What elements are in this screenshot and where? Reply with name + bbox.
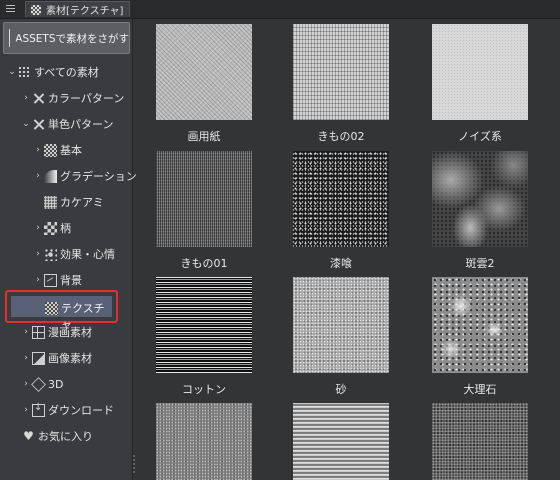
splitter-handle[interactable] [133, 455, 135, 473]
tree-item-texture[interactable]: テクスチャ [5, 290, 118, 331]
material-thumbnail[interactable] [156, 403, 252, 480]
halftone-icon [44, 195, 57, 209]
chevron-right-icon[interactable]: › [22, 327, 30, 337]
chevron-right-icon[interactable]: › [22, 353, 30, 363]
material-thumbnail[interactable] [156, 24, 252, 120]
material-name: ノイズ系 [458, 130, 502, 143]
palette-titlebar: 素材[テクスチャ] [0, 0, 560, 19]
tree-item-effect[interactable]: › 効果・心情 [34, 243, 115, 265]
chevron-down-icon[interactable]: ⌄ [8, 67, 16, 77]
chevron-right-icon[interactable]: › [34, 145, 42, 155]
dots-grid-icon [18, 65, 31, 79]
tree-item-label: カラーパターン [48, 92, 125, 105]
chevron-right-icon[interactable]: › [34, 249, 42, 259]
material-thumbnail[interactable] [156, 277, 252, 373]
chevron-right-icon[interactable]: › [34, 171, 42, 181]
assets-logo-icon [9, 29, 28, 47]
chevron-right-icon[interactable]: › [22, 93, 30, 103]
pattern-icon [44, 221, 57, 235]
tree-item-favorites[interactable]: ♥ お気に入り [22, 425, 93, 447]
image-icon [32, 351, 45, 365]
tree-item-gradation[interactable]: › グラデーション [34, 165, 137, 187]
chevron-right-icon[interactable]: › [34, 223, 42, 233]
tree-item-download[interactable]: › ダウンロード [22, 399, 114, 421]
tree-item-background[interactable]: › 背景 [34, 269, 82, 291]
cross-icon [32, 118, 45, 131]
tree-item-label: グラデーション [60, 170, 137, 183]
tree-item-all-materials[interactable]: ⌄ すべての素材 [8, 61, 99, 83]
chevron-right-icon[interactable]: › [22, 379, 30, 389]
search-assets-label: ASSETSで素材をさがす [15, 32, 129, 45]
tree-item-label: テクスチャ [61, 302, 105, 331]
material-thumbnail[interactable] [293, 277, 389, 373]
tree-item-image-material[interactable]: › 画像素材 [22, 347, 92, 369]
tree-item-kakeami[interactable]: カケアミ [44, 191, 104, 213]
hamburger-menu-icon[interactable] [6, 3, 15, 13]
tree-item-color-pattern[interactable]: › カラーパターン [22, 87, 124, 109]
tree-item-mono-pattern[interactable]: ⌄ 単色パターン [22, 113, 113, 135]
material-name: きもの02 [317, 130, 365, 143]
tree-item-label: お気に入り [38, 430, 93, 443]
material-thumbnail[interactable] [293, 403, 389, 480]
material-thumbnail[interactable] [432, 277, 528, 373]
material-thumbnail[interactable] [432, 403, 528, 480]
selected-highlight: テクスチャ [11, 296, 112, 331]
tab-title: 素材[テクスチャ] [46, 6, 124, 17]
tree-item-label: 単色パターン [48, 118, 114, 131]
material-thumbnail[interactable] [293, 151, 389, 247]
tree-item-label: 柄 [60, 222, 71, 235]
cross-icon [32, 92, 45, 105]
material-thumbnail[interactable] [293, 24, 389, 120]
tree-item-label: 画像素材 [48, 352, 92, 365]
chevron-down-icon[interactable]: ⌄ [22, 119, 30, 129]
search-assets-button[interactable]: ASSETSで素材をさがす [3, 22, 130, 54]
chevron-right-icon[interactable]: › [34, 275, 42, 285]
texture-icon [45, 302, 58, 315]
cube-icon [31, 376, 46, 392]
material-thumbnail[interactable] [432, 151, 528, 247]
material-thumbnail[interactable] [432, 24, 528, 120]
material-tree-sidebar: ASSETSで素材をさがす ⌄ すべての素材 › カラーパターン ⌄ 単色パター… [0, 19, 137, 480]
tree-item-label: すべての素材 [34, 66, 99, 79]
gradient-icon [44, 169, 57, 183]
material-name: きもの01 [180, 257, 228, 270]
material-name: コットン [182, 383, 226, 396]
texture-tab-icon [31, 4, 41, 15]
tree-item-basic[interactable]: › 基本 [34, 139, 82, 161]
material-name: 大理石 [463, 383, 497, 396]
effect-icon [44, 247, 57, 261]
tree-item-label: カケアミ [60, 196, 104, 209]
tree-item-pattern[interactable]: › 柄 [34, 217, 71, 239]
tree-item-label: 効果・心情 [60, 248, 115, 261]
material-grid: 画用紙 きもの02 ノイズ系 きもの01 漆喰 斑雲2 コットン 砂 大理石 [137, 19, 560, 480]
material-name: 斑雲2 [465, 257, 495, 270]
checker-icon [44, 143, 57, 157]
download-icon [32, 402, 45, 417]
heart-icon: ♥ [23, 428, 34, 443]
manga-icon [32, 325, 45, 339]
tree-item-label: 3D [48, 377, 64, 391]
tree-item-label: 基本 [60, 144, 82, 157]
material-name: 漆喰 [330, 257, 352, 270]
tree-item-3d[interactable]: › 3D [22, 373, 63, 395]
material-thumbnail[interactable] [156, 151, 252, 247]
background-icon [44, 273, 57, 287]
material-name: 画用紙 [187, 130, 221, 143]
tab-materials-texture[interactable]: 素材[テクスチャ] [25, 1, 131, 17]
material-name: 砂 [335, 383, 347, 396]
tree-item-label: 背景 [60, 274, 82, 287]
tree-item-label: ダウンロード [48, 404, 114, 417]
chevron-right-icon[interactable]: › [22, 405, 30, 415]
